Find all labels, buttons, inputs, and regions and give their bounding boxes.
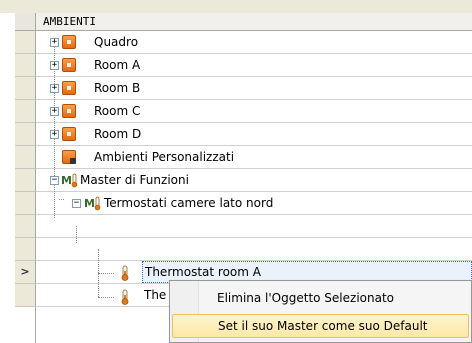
tree-guide-line [98,273,114,274]
tree-node-label[interactable]: Termostati camere lato nord [104,192,273,214]
collapse-icon[interactable]: − [72,199,81,208]
row-selector-current[interactable]: > [15,261,36,284]
row-selector[interactable] [15,31,36,54]
svg-text:M: M [84,197,95,210]
tree-node-label[interactable]: Quadro [94,31,138,53]
tree-node-label[interactable]: Ambienti Personalizzati [94,146,234,168]
thermometer-icon [120,265,130,281]
master-icon: M [61,172,79,188]
room-icon [62,127,76,141]
tree-row[interactable] [36,215,472,238]
row-selector[interactable] [15,169,36,192]
empty-row-area [15,307,36,343]
window-top-strip [0,0,472,13]
expand-icon[interactable]: + [50,38,59,47]
svg-text:M: M [61,174,72,187]
tree-node-label[interactable]: Room B [94,77,140,99]
row-selector[interactable] [15,284,36,307]
tree-node-label[interactable]: Room D [94,123,141,145]
menu-item-set-master-default[interactable]: Set il suo Master come suo Default [172,314,469,338]
row-selector[interactable] [15,77,36,100]
column-header-ambienti[interactable]: AMBIENTI [36,13,472,31]
expand-icon[interactable]: + [50,130,59,139]
row-selector[interactable] [15,100,36,123]
row-selector[interactable] [15,123,36,146]
tree-guide-line [98,297,114,298]
tree-node-label[interactable]: The [144,284,166,306]
collapse-icon[interactable]: − [50,176,59,185]
tree-row[interactable] [36,238,472,261]
room-icon [62,104,76,118]
context-menu: Elimina l'Oggetto Selezionato Set il suo… [169,280,472,343]
row-selector[interactable] [15,192,36,215]
menu-item-delete-object[interactable]: Elimina l'Oggetto Selezionato [172,286,469,310]
expand-icon[interactable]: + [50,61,59,70]
tree-node-label[interactable]: Room C [94,100,140,122]
row-selector[interactable] [15,54,36,77]
tree-guide-line [59,199,64,200]
expand-icon[interactable]: + [50,107,59,116]
room-icon [62,35,76,49]
tree-node-label[interactable]: Room A [94,54,140,76]
row-selector[interactable] [15,238,36,261]
tree-guide-line [76,226,77,243]
room-icon [62,58,76,72]
thermometer-icon [120,289,130,305]
custom-room-icon [62,150,76,164]
tree-node-label[interactable]: Master di Funzioni [80,169,189,191]
expand-icon[interactable]: + [50,84,59,93]
master-icon: M [84,195,102,211]
row-selector[interactable] [15,146,36,169]
room-icon [62,81,76,95]
row-selector[interactable] [15,215,36,238]
header-row-selector [15,13,36,31]
